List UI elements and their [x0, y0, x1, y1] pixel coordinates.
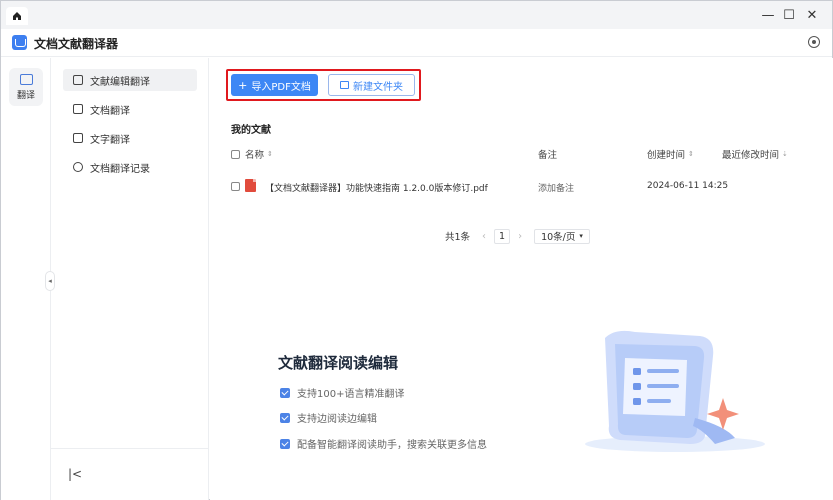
sidebar-item-text-translate[interactable]: 文字翻译	[63, 127, 197, 149]
feature-item: 支持边阅读边编辑	[280, 410, 377, 425]
left-rail: 翻译	[1, 58, 51, 500]
column-label: 备注	[538, 150, 558, 161]
app-header: 文档文献翻译器	[1, 29, 832, 57]
rail-item-translate[interactable]: 翻译	[9, 68, 43, 106]
app-logo-icon	[12, 35, 27, 50]
sidebar-toggle-handle[interactable]: ◂	[45, 271, 55, 291]
sort-icon[interactable]: ⇕	[688, 150, 694, 158]
sidebar-item-literature-edit[interactable]: 文献编辑翻译	[63, 69, 197, 91]
column-label: 名称	[245, 150, 265, 161]
chevron-left-icon: ◂	[48, 277, 52, 285]
total-count: 共1条	[445, 232, 471, 243]
sidebar: 文献编辑翻译 文档翻译 文字翻译 文档翻译记录 |<	[51, 58, 209, 500]
import-pdf-label: 导入PDF文档	[251, 81, 311, 93]
table-row[interactable]: 【文档文献翻译器】功能快速指南 1.2.0.0版本修订.pdf 添加备注 202…	[231, 179, 821, 195]
home-tab[interactable]	[6, 7, 28, 25]
next-page-button[interactable]: ›	[514, 229, 526, 243]
column-label: 创建时间	[647, 150, 686, 161]
document-icon	[73, 104, 83, 114]
maximize-button[interactable]: ☐	[778, 5, 800, 25]
new-folder-button[interactable]: 新建文件夹	[328, 74, 415, 96]
feature-text: 支持100+语言精准翻译	[297, 389, 405, 400]
sidebar-item-document-translate[interactable]: 文档翻译	[63, 98, 197, 120]
page-size-value: 10条/页	[541, 232, 576, 243]
pdf-file-icon	[245, 179, 256, 192]
select-all-checkbox[interactable]	[231, 149, 240, 159]
title-bar: — ☐ ✕	[1, 1, 832, 29]
home-icon	[13, 12, 21, 20]
close-button[interactable]: ✕	[801, 5, 823, 25]
check-icon	[280, 438, 290, 449]
pagination: 共1条 ‹ 1 › 10条/页 ▾	[445, 228, 590, 244]
feature-text: 支持边阅读边编辑	[297, 414, 377, 425]
folder-plus-icon	[340, 81, 349, 89]
add-note-link[interactable]: 添加备注	[538, 181, 574, 194]
translate-icon	[19, 73, 33, 85]
sidebar-item-label: 文档翻译	[90, 105, 130, 117]
section-title: 我的文献	[231, 125, 271, 136]
rail-item-label: 翻译	[16, 90, 35, 101]
document-illustration	[585, 330, 765, 452]
created-time: 2024-06-11 14:25	[647, 181, 729, 191]
sort-icon[interactable]: ⇕	[267, 150, 273, 158]
edit-doc-icon	[73, 75, 83, 85]
app-title: 文档文献翻译器	[34, 37, 119, 51]
import-pdf-button[interactable]: + 导入PDF文档	[231, 74, 318, 96]
sort-desc-icon[interactable]: ⇣	[782, 150, 788, 158]
main-panel: + 导入PDF文档 新建文件夹 我的文献 名称 ⇕ 备注 创建时间 ⇕ 最近修改…	[210, 58, 833, 500]
caret-down-icon: ▾	[579, 232, 583, 240]
check-icon	[280, 412, 290, 423]
history-icon	[73, 162, 83, 172]
feature-item: 配备智能翻译阅读助手，搜索关联更多信息	[280, 436, 487, 451]
new-folder-label: 新建文件夹	[353, 81, 403, 93]
sidebar-item-history[interactable]: 文档翻译记录	[63, 156, 197, 178]
promo-title: 文献翻译阅读编辑	[278, 354, 399, 372]
column-header-name[interactable]: 名称 ⇕	[231, 147, 273, 161]
sidebar-item-label: 文献编辑翻译	[90, 76, 150, 88]
prev-page-button[interactable]: ‹	[478, 229, 490, 243]
page-size-select[interactable]: 10条/页 ▾	[534, 228, 590, 244]
plus-icon: +	[238, 78, 248, 92]
row-checkbox[interactable]	[231, 182, 240, 191]
text-icon	[73, 133, 83, 143]
feature-item: 支持100+语言精准翻译	[280, 385, 404, 400]
minimize-button[interactable]: —	[757, 5, 779, 25]
column-label: 最近修改时间	[722, 150, 780, 161]
sidebar-item-label: 文档翻译记录	[90, 163, 150, 175]
settings-icon[interactable]	[808, 36, 820, 48]
column-header-note: 备注	[538, 147, 557, 161]
page-number-button[interactable]: 1	[494, 228, 511, 244]
app-window: — ☐ ✕ 文档文献翻译器 翻译 文献编辑翻译 文档翻译 文字翻译 文档翻译记录	[0, 0, 833, 500]
feature-text: 配备智能翻译阅读助手，搜索关联更多信息	[297, 440, 487, 451]
check-icon	[280, 387, 290, 398]
column-header-modified[interactable]: 最近修改时间 ⇣	[722, 147, 788, 161]
divider	[51, 448, 208, 449]
sidebar-item-label: 文字翻译	[90, 134, 130, 146]
collapse-sidebar-button[interactable]: |<	[68, 467, 82, 481]
column-header-created[interactable]: 创建时间 ⇕	[647, 147, 694, 161]
file-name[interactable]: 【文档文献翻译器】功能快速指南 1.2.0.0版本修订.pdf	[265, 181, 488, 194]
